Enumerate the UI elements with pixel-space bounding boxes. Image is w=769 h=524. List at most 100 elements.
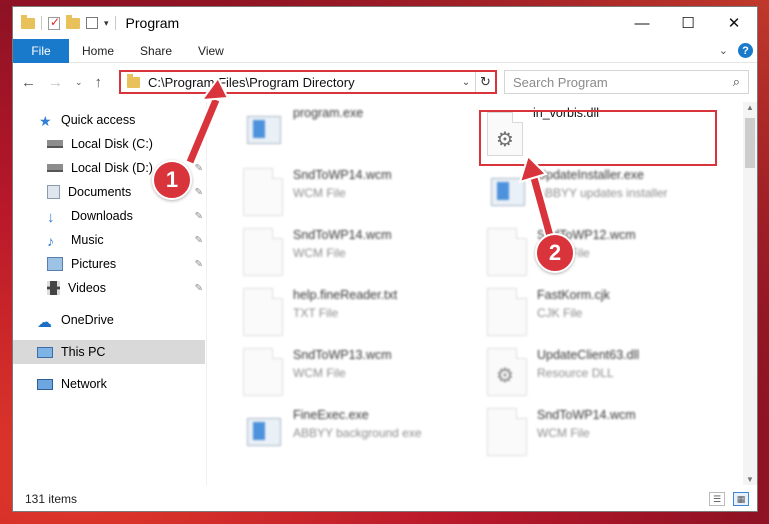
recent-locations-chevron-icon[interactable]: ⌄: [75, 77, 83, 88]
file-item[interactable]: program.exe: [235, 102, 473, 158]
sidebar-item-videos[interactable]: Videos ✎: [13, 276, 205, 300]
view-options-icon[interactable]: [86, 17, 98, 29]
file-item[interactable]: SndToWP13.wcm WCM File: [235, 344, 473, 400]
pin-icon[interactable]: ✎: [195, 211, 203, 222]
file-name: SndToWP14.wcm: [293, 228, 392, 242]
view-toggles: ☰ ▦: [709, 492, 749, 506]
address-path[interactable]: C:\Program Files\Program Directory: [148, 75, 457, 90]
tab-file[interactable]: File: [13, 38, 69, 63]
sidebar-item-label: This PC: [61, 345, 106, 359]
sidebar-item-onedrive[interactable]: ☁ OneDrive: [13, 308, 205, 332]
search-input[interactable]: Search Program ⌕: [504, 70, 749, 94]
sidebar-item-network[interactable]: Network: [13, 372, 205, 396]
expand-ribbon-chevron-icon[interactable]: ⌄: [719, 44, 728, 57]
divider: [41, 16, 42, 30]
tab-home[interactable]: Home: [69, 44, 127, 58]
sidebar-item-music[interactable]: ♪ Music ✎: [13, 228, 205, 252]
back-arrow-icon[interactable]: ←: [21, 74, 36, 91]
new-folder-icon[interactable]: [66, 14, 80, 29]
file-name: SndToWP14.wcm: [537, 408, 636, 422]
ribbon-tabs: File Home Share View ⌄ ?: [13, 38, 757, 63]
item-count: 131 items: [25, 492, 78, 506]
file-item[interactable]: SndToWP14.wcm WCM File: [235, 224, 473, 280]
search-icon[interactable]: ⌕: [733, 74, 740, 90]
file-type: WCM File: [293, 246, 346, 260]
sidebar-item-label: Network: [61, 377, 107, 391]
vertical-scrollbar[interactable]: ▲ ▼: [743, 102, 757, 485]
window-title: Program: [125, 15, 180, 31]
address-bar[interactable]: C:\Program Files\Program Directory ⌄ ↻: [119, 70, 497, 94]
pin-icon[interactable]: ✎: [195, 139, 203, 150]
blank-file-icon: [487, 228, 527, 276]
file-name: program.exe: [293, 106, 364, 120]
sidebar-item-label: OneDrive: [61, 313, 114, 327]
refresh-icon[interactable]: ↻: [475, 72, 495, 92]
blank-file-icon: [243, 348, 283, 396]
file-name: SndToWP13.wcm: [293, 348, 392, 362]
tab-share[interactable]: Share: [127, 44, 185, 58]
blank-file-icon: [243, 228, 283, 276]
search-placeholder: Search Program: [513, 74, 608, 90]
file-item[interactable]: SndToWP12.wcmWCM File: [479, 224, 717, 280]
sidebar-item-label: Pictures: [71, 257, 117, 271]
sidebar-item-local-disk-c[interactable]: Local Disk (C:) ✎: [13, 132, 205, 156]
file-name: SndToWP14.wcm: [293, 168, 392, 182]
help-icon[interactable]: ?: [738, 43, 753, 58]
address-row: ← → ⌄ ↑ C:\Program Files\Program Directo…: [13, 63, 757, 101]
pictures-icon: [47, 257, 63, 271]
file-item[interactable]: FastKorm.cjk CJK File: [479, 284, 717, 340]
file-item[interactable]: SndToWP14.wcm WCM File: [235, 164, 473, 220]
star-icon: ★: [39, 113, 52, 129]
callout-badge-2: 2: [535, 233, 575, 273]
drive-icon: [47, 164, 63, 172]
file-item[interactable]: SndToWP14.wcm WCM File: [479, 404, 717, 460]
blank-file-icon: [487, 408, 527, 456]
large-icons-view-icon[interactable]: ▦: [733, 492, 749, 506]
pin-icon[interactable]: ✎: [195, 283, 203, 294]
app-icon: [243, 408, 283, 456]
tab-view[interactable]: View: [185, 44, 237, 58]
properties-check-icon[interactable]: [48, 15, 60, 30]
sidebar-item-quick-access[interactable]: ★ Quick access: [13, 108, 205, 132]
sidebar-item-label: Local Disk (C:): [71, 137, 153, 151]
pin-icon[interactable]: ✎: [195, 163, 203, 174]
drive-icon: [47, 140, 63, 148]
sidebar-item-this-pc[interactable]: This PC: [13, 340, 205, 364]
installer-icon: [243, 106, 283, 154]
close-icon[interactable]: ✕: [711, 7, 757, 39]
details-view-icon[interactable]: ☰: [709, 492, 725, 506]
file-item[interactable]: ⚙ UpdateClient63.dll Resource DLL: [479, 344, 717, 400]
title-bar: ▾ Program — ☐ ✕: [13, 7, 757, 39]
network-icon: [37, 378, 53, 390]
folder-icon: [127, 73, 140, 88]
file-type: CJK File: [537, 306, 583, 320]
maximize-icon[interactable]: ☐: [665, 7, 711, 39]
file-item[interactable]: help.fineReader.txt TXT File: [235, 284, 473, 340]
up-arrow-icon[interactable]: ↑: [95, 74, 103, 91]
pin-icon[interactable]: ✎: [195, 235, 203, 246]
documents-icon: [47, 185, 60, 199]
divider: [114, 16, 116, 30]
address-dropdown-icon[interactable]: ⌄: [457, 77, 475, 88]
file-name: help.fineReader.txt: [293, 288, 398, 302]
scroll-up-icon[interactable]: ▲: [746, 103, 754, 112]
pin-icon[interactable]: ✎: [195, 187, 203, 198]
sidebar-item-pictures[interactable]: Pictures ✎: [13, 252, 205, 276]
file-item[interactable]: FineExec.exe ABBYY background exe: [235, 404, 473, 460]
cloud-icon: ☁: [37, 314, 52, 331]
pin-icon[interactable]: ✎: [195, 259, 203, 270]
videos-icon: [47, 281, 60, 295]
file-item[interactable]: UpdateInstaller.exe ABBYY updates install…: [479, 164, 717, 220]
sidebar-item-label: Documents: [68, 185, 132, 199]
customize-toolbar-chevron-icon[interactable]: ▾: [104, 18, 109, 29]
sidebar-item-downloads[interactable]: ↓ Downloads ✎: [13, 204, 205, 228]
scroll-thumb[interactable]: [745, 118, 755, 168]
file-type: WCM File: [293, 186, 346, 200]
scroll-down-icon[interactable]: ▼: [746, 475, 754, 484]
file-type: WCM File: [537, 426, 590, 440]
forward-arrow-icon[interactable]: →: [48, 74, 63, 91]
callout-badge-1: 1: [152, 160, 192, 200]
minimize-icon[interactable]: —: [619, 7, 665, 39]
sidebar-item-label: Downloads: [71, 209, 133, 223]
navigation-pane: ★ Quick access Local Disk (C:) ✎ Local D…: [13, 102, 207, 485]
